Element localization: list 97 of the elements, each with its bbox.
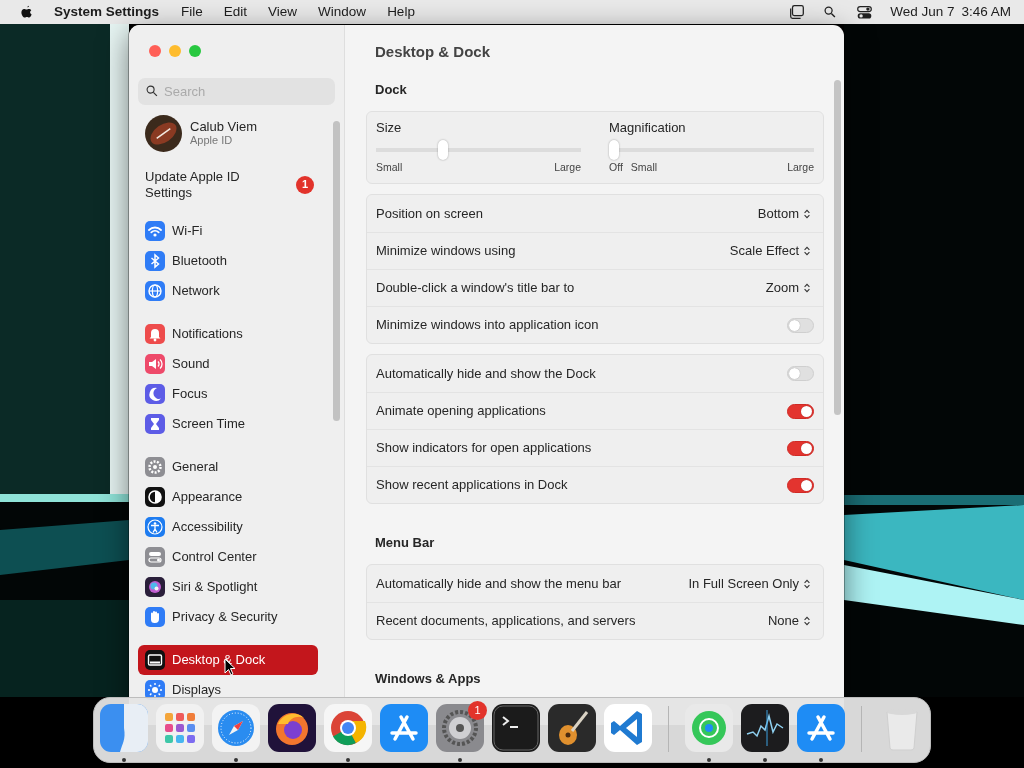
sidebar-item[interactable]: Control Center (138, 542, 318, 572)
sidebar-item[interactable]: Privacy & Security (138, 602, 318, 632)
toggle-switch[interactable] (787, 477, 814, 493)
control-center-icon[interactable] (856, 3, 874, 21)
account-name[interactable]: Calub Viem (190, 118, 257, 135)
zoom-button[interactable] (189, 45, 201, 57)
updown-chevron-icon (803, 282, 811, 295)
popup-button[interactable]: In Full Screen Only (688, 575, 814, 592)
monitor-icon (145, 650, 165, 670)
moon-icon (145, 384, 165, 404)
stage-manager-icon[interactable] (788, 3, 807, 21)
slider-tick-label: Small (376, 160, 403, 174)
setting-label: Recent documents, applications, and servers (376, 613, 636, 629)
menu-item[interactable]: Edit (223, 3, 248, 21)
updown-chevron-icon (803, 207, 811, 220)
sidebar-item[interactable]: General (138, 452, 318, 482)
notification-badge: 1 (468, 701, 487, 720)
app-menu[interactable]: System Settings (54, 3, 160, 21)
setting-label: Animate opening applications (376, 403, 546, 419)
sidebar-item[interactable]: Network (138, 276, 318, 306)
sidebar-item[interactable]: Accessibility (138, 512, 318, 542)
sidebar-item[interactable]: Wi-Fi (138, 216, 318, 246)
popup-button[interactable]: Scale Effect (729, 243, 814, 259)
slider-thumb[interactable] (609, 139, 619, 160)
bell-icon (145, 324, 165, 344)
terminal-icon[interactable] (492, 704, 540, 752)
updown-chevron-icon (803, 577, 811, 590)
sidebar-item[interactable]: Siri & Spotlight (138, 572, 318, 602)
sidebar-item[interactable]: Notifications (138, 319, 318, 349)
notice-text[interactable]: Update Apple ID Settings (145, 169, 270, 201)
toggle-switch[interactable] (787, 440, 814, 456)
sidebar-item[interactable]: Appearance (138, 482, 318, 512)
speaker-icon (145, 354, 165, 374)
tools-icon[interactable] (380, 704, 428, 752)
slider-label: Magnification (609, 120, 687, 136)
updown-chevron-icon (803, 245, 811, 258)
code-editor-icon[interactable] (604, 704, 652, 752)
search-field[interactable]: Search (138, 78, 335, 105)
setting-label: Automatically hide and show the menu bar (376, 575, 621, 592)
menu-item[interactable]: File (181, 3, 203, 21)
menu-bar-time[interactable]: 3:46 AM (961, 3, 1011, 21)
search-icon[interactable] (823, 5, 838, 19)
ring-icon[interactable] (324, 704, 372, 752)
popup-button[interactable]: Bottom (757, 205, 814, 222)
setting-label: Show indicators for open applications (376, 440, 592, 456)
setting-label: Position on screen (376, 205, 483, 222)
toggle-switch[interactable] (787, 403, 814, 419)
notification-badge: 1 (296, 176, 314, 194)
compass-icon[interactable] (212, 704, 260, 752)
slider-label: Size (376, 120, 403, 136)
popup-button[interactable]: None (767, 613, 814, 629)
window-title: Desktop & Dock (375, 43, 492, 62)
gear-icon (145, 457, 165, 477)
contrast-icon (145, 487, 165, 507)
chart-icon[interactable] (741, 704, 789, 752)
slider-tick-label: Large (554, 160, 581, 174)
gear-icon[interactable] (436, 704, 484, 752)
section-heading: Windows & Apps (375, 671, 482, 689)
setting-label: Minimize windows into application icon (376, 317, 599, 333)
person-icon (145, 517, 165, 537)
popup-button[interactable]: Zoom (765, 280, 814, 296)
menu-item[interactable]: View (268, 3, 298, 21)
section-heading: Menu Bar (375, 535, 436, 553)
sidebar-item[interactable]: Focus (138, 379, 318, 409)
section-heading: Dock (375, 82, 408, 99)
setting-label: Automatically hide and show the Dock (376, 365, 596, 382)
setting-label: Minimize windows using (376, 243, 516, 259)
tools-icon[interactable] (797, 704, 845, 752)
bluetooth-icon (145, 251, 165, 271)
wifi-icon (145, 221, 165, 241)
toggles-icon (145, 547, 165, 567)
sidebar-item[interactable]: Sound (138, 349, 318, 379)
sidebar-item[interactable]: Bluetooth (138, 246, 318, 276)
avatar-icon[interactable] (145, 114, 182, 152)
setting-label: Show recent applications in Dock (376, 477, 568, 493)
hand-icon (145, 607, 165, 627)
menu-item[interactable]: Window (318, 3, 367, 21)
account-subtitle: Apple ID (190, 134, 234, 148)
menu-bar-date[interactable]: Wed Jun 7 (890, 3, 955, 21)
slider-thumb[interactable] (438, 139, 449, 160)
hourglass-icon (145, 414, 165, 434)
guitar-icon[interactable] (548, 704, 596, 752)
updown-chevron-icon (803, 615, 811, 628)
slider-tick-label: Large (787, 160, 814, 174)
slider-tick-label: Off (609, 160, 623, 174)
slider-tick-label: Small (630, 160, 658, 174)
close-button[interactable] (149, 45, 161, 57)
grid-icon[interactable] (156, 704, 204, 752)
scrollbar-thumb[interactable] (834, 80, 841, 415)
menu-item[interactable]: Help (387, 3, 415, 21)
sidebar-item[interactable]: Screen Time (138, 409, 318, 439)
search-icon (145, 84, 159, 98)
setting-label: Double-click a window's title bar to (376, 280, 575, 296)
apple-logo-icon[interactable] (18, 4, 35, 20)
orb-icon (145, 577, 165, 597)
scrollbar-thumb[interactable] (333, 121, 340, 421)
sun-icon (145, 680, 165, 700)
